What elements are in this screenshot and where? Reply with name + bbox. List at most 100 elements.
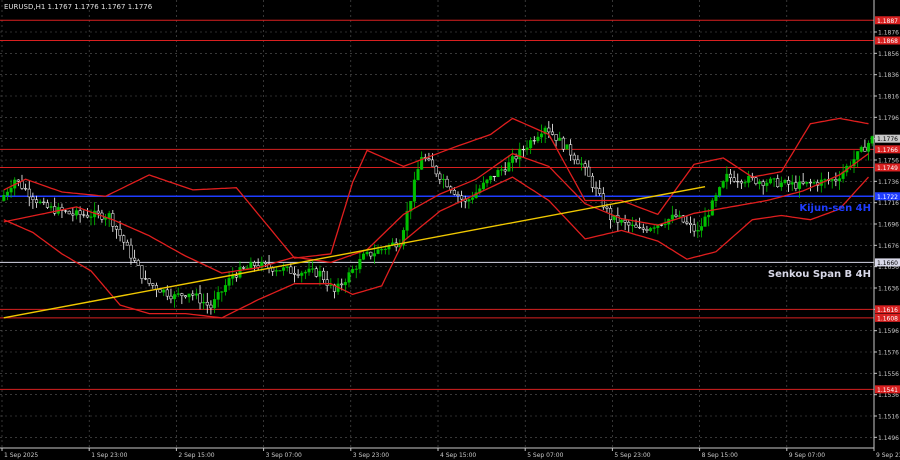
candle-body — [598, 188, 602, 194]
x-tick-label: 3 Sep 23:00 — [353, 452, 389, 459]
candle-body — [263, 262, 267, 264]
candle-body — [470, 197, 475, 200]
candle-body — [507, 162, 511, 172]
candle-body — [351, 269, 355, 273]
candle-body — [714, 195, 718, 201]
candle-body — [590, 175, 594, 188]
candle-body — [645, 229, 649, 231]
candle-body — [372, 253, 376, 257]
candle-body — [452, 189, 456, 195]
x-tick-label: 9 Sep 07:00 — [789, 452, 825, 459]
candle-body — [768, 178, 772, 184]
candle-body — [176, 293, 180, 295]
candle-body — [71, 213, 75, 216]
y-tick-label: 1.1736 — [878, 179, 899, 186]
candle-body — [805, 181, 809, 184]
candle-body — [801, 181, 805, 184]
candle-body — [151, 283, 155, 286]
candle-body — [812, 182, 816, 184]
candle-body — [485, 179, 489, 184]
candle-body — [550, 131, 554, 135]
candle-body — [376, 249, 380, 254]
candle-body — [776, 178, 780, 187]
candle-body — [823, 179, 827, 181]
candle-body — [53, 206, 57, 214]
level-marker-label: 1.1887 — [877, 18, 898, 25]
candle-body — [64, 210, 68, 212]
candle-body — [649, 228, 653, 231]
candle-body — [300, 272, 304, 276]
candle-body — [587, 166, 591, 177]
candle-body — [147, 278, 151, 284]
candle-body — [169, 295, 173, 300]
candle-body — [252, 262, 257, 266]
candle-body — [2, 195, 6, 201]
candle-body — [565, 144, 569, 150]
candle-body — [202, 301, 206, 304]
x-tick-label: 1 Sep 23:00 — [91, 452, 127, 459]
x-tick-label: 9 Sep 23:00 — [876, 452, 900, 459]
candle-body — [89, 216, 93, 218]
candle-body — [783, 180, 787, 184]
candle-body — [34, 199, 39, 203]
candle-body — [765, 182, 769, 186]
candle-body — [529, 140, 533, 149]
candle-body — [779, 182, 783, 187]
candle-body — [369, 251, 373, 257]
candle-body — [699, 226, 703, 231]
candle-body — [685, 221, 689, 224]
candle-body — [692, 224, 696, 232]
candle-body — [445, 178, 449, 188]
level-marker-label: 1.1722 — [877, 194, 898, 201]
candle-body — [721, 181, 725, 188]
candle-body — [489, 175, 493, 181]
candle-body — [641, 227, 645, 230]
candle-body — [31, 196, 35, 201]
symbol-header: EURUSD,H1 1.1767 1.1776 1.1767 1.1776 — [4, 3, 153, 11]
annotation-label: Kijun-sen 4H — [799, 203, 871, 214]
candle-body — [856, 151, 860, 160]
candle-body — [5, 191, 9, 196]
candle-body — [118, 228, 122, 236]
candle-body — [492, 175, 496, 178]
candle-body — [42, 201, 46, 204]
candle-body — [431, 159, 435, 167]
candle-body — [114, 226, 118, 230]
candle-body — [405, 210, 409, 231]
candle-body — [125, 241, 129, 246]
level-marker-label: 1.1766 — [877, 147, 898, 154]
candle-body — [318, 270, 322, 277]
candle-body — [361, 253, 366, 260]
candle-body — [536, 136, 540, 142]
candle-body — [540, 133, 544, 138]
candle-body — [238, 267, 242, 278]
candle-body — [441, 178, 445, 181]
level-marker-label: 1.1608 — [877, 315, 898, 322]
candle-body — [859, 146, 863, 152]
candle-body — [78, 210, 82, 215]
candle-body — [249, 262, 253, 269]
candle-body — [245, 267, 249, 269]
price-chart[interactable]: Kijun-sen 4H Senkou Span B 4H 1.1496 1.151… — [0, 0, 900, 460]
candle-body — [503, 169, 507, 172]
y-tick-label: 1.1696 — [878, 222, 899, 229]
candle-body — [96, 210, 100, 214]
x-tick-label: 2 Sep 15:00 — [178, 452, 214, 459]
candle-body — [830, 179, 834, 181]
candle-body — [834, 179, 838, 182]
candle-body — [758, 181, 762, 184]
candle-body — [311, 268, 315, 270]
candle-body — [180, 293, 184, 296]
candle-body — [183, 295, 188, 298]
candle-body — [467, 199, 471, 202]
candle-body — [285, 266, 289, 268]
y-tick-label: 1.1676 — [878, 243, 899, 250]
candle-body — [347, 272, 351, 283]
candle-body — [772, 178, 776, 180]
candle-body — [107, 213, 111, 219]
candle-body — [710, 200, 714, 216]
current-price-marker-label: 1.1776 — [877, 136, 898, 143]
candle-body — [579, 163, 584, 165]
candle-body — [794, 182, 798, 189]
candle-body — [133, 257, 137, 261]
